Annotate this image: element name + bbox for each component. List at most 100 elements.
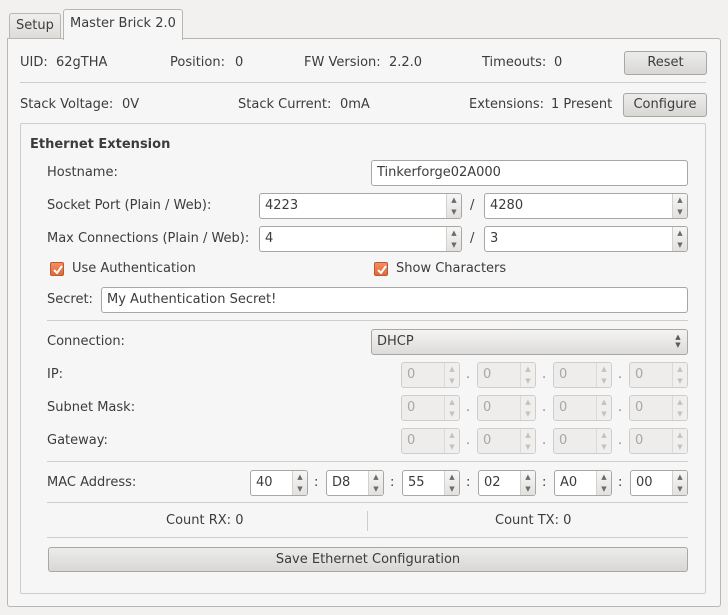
spin-down-icon[interactable]: ▼ <box>597 408 611 420</box>
mac-octet-value: D8 <box>332 475 351 490</box>
ip-octet-2-spinbox[interactable]: 0 ▲ ▼ <box>477 362 536 388</box>
connection-combobox[interactable]: DHCP ▲ ▼ <box>371 329 688 355</box>
ip-octet-value: 0 <box>407 367 416 382</box>
spin-down-icon[interactable]: ▼ <box>445 375 459 387</box>
spin-up-icon[interactable]: ▲ <box>445 471 459 483</box>
mac-colon-separator: : <box>618 475 623 490</box>
spin-up-icon[interactable]: ▲ <box>445 396 459 408</box>
spin-down-icon[interactable]: ▼ <box>597 375 611 387</box>
spin-up-icon[interactable]: ▲ <box>293 471 307 483</box>
spin-down-icon[interactable]: ▼ <box>597 483 611 495</box>
fw-version-value: 2.2.0 <box>389 55 423 70</box>
spin-up-icon[interactable]: ▲ <box>673 396 687 408</box>
spin-down-icon[interactable]: ▼ <box>447 206 461 218</box>
spin-down-icon[interactable]: ▼ <box>673 441 687 453</box>
tab-master-brick-label: Master Brick 2.0 <box>70 16 176 31</box>
max-connections-slash: / <box>470 231 475 246</box>
gateway-octet-value: 0 <box>483 433 492 448</box>
spin-down-icon[interactable]: ▼ <box>521 375 535 387</box>
mac-octet-value: A0 <box>560 475 578 490</box>
subnet-mask-octet-value: 0 <box>483 400 492 415</box>
socket-port-plain-spinbox[interactable]: 4223 ▲ ▼ <box>259 193 462 219</box>
spin-down-icon[interactable]: ▼ <box>445 483 459 495</box>
subnet-mask-dot-separator: . <box>466 400 471 415</box>
show-characters-checkbox[interactable] <box>374 262 388 276</box>
ip-octet-1-spinbox[interactable]: 0 ▲ ▼ <box>401 362 460 388</box>
max-connections-plain-spinbox[interactable]: 4 ▲ ▼ <box>259 226 462 252</box>
uid-label: UID: <box>20 55 48 70</box>
subnet-mask-dot-separator: . <box>542 400 547 415</box>
spin-down-icon[interactable]: ▼ <box>521 441 535 453</box>
use-authentication-checkbox[interactable] <box>50 262 64 276</box>
spin-down-icon[interactable]: ▼ <box>521 483 535 495</box>
ip-octet-4-spinbox[interactable]: 0 ▲ ▼ <box>629 362 688 388</box>
position-label: Position: <box>170 55 225 70</box>
spin-down-icon[interactable]: ▼ <box>673 375 687 387</box>
spin-down-icon[interactable]: ▼ <box>673 408 687 420</box>
configure-button[interactable]: Configure <box>623 93 707 117</box>
gateway-octet-4-spinbox[interactable]: 0 ▲ ▼ <box>629 428 688 454</box>
spin-down-icon[interactable]: ▼ <box>447 239 461 251</box>
subnet-mask-dot-separator: . <box>618 400 623 415</box>
mac-octet-1-spinbox[interactable]: 40 ▲ ▼ <box>250 470 308 496</box>
spin-down-icon[interactable]: ▼ <box>445 408 459 420</box>
spin-up-icon[interactable]: ▲ <box>673 194 687 206</box>
spin-down-icon[interactable]: ▼ <box>673 239 687 251</box>
spin-up-icon[interactable]: ▲ <box>673 363 687 375</box>
ip-label: IP: <box>47 367 64 382</box>
mac-octet-2-spinbox[interactable]: D8 ▲ ▼ <box>326 470 384 496</box>
subnet-mask-octet-3-spinbox[interactable]: 0 ▲ ▼ <box>553 395 612 421</box>
spin-up-icon[interactable]: ▲ <box>447 227 461 239</box>
save-ethernet-configuration-button[interactable]: Save Ethernet Configuration <box>48 547 688 572</box>
reset-button[interactable]: Reset <box>624 51 707 75</box>
spin-up-icon[interactable]: ▲ <box>521 429 535 441</box>
show-characters-label: Show Characters <box>396 261 507 276</box>
section-divider <box>47 537 688 538</box>
connection-value: DHCP <box>377 334 414 349</box>
spin-up-icon[interactable]: ▲ <box>445 363 459 375</box>
spin-down-icon[interactable]: ▼ <box>521 408 535 420</box>
spin-down-icon[interactable]: ▼ <box>597 441 611 453</box>
spin-down-icon[interactable]: ▼ <box>673 206 687 218</box>
gateway-octet-3-spinbox[interactable]: 0 ▲ ▼ <box>553 428 612 454</box>
spin-up-icon[interactable]: ▲ <box>673 227 687 239</box>
tab-setup[interactable]: Setup <box>9 13 61 39</box>
mac-octet-3-spinbox[interactable]: 55 ▲ ▼ <box>402 470 460 496</box>
tab-master-brick[interactable]: Master Brick 2.0 <box>63 9 183 40</box>
subnet-mask-octet-2-spinbox[interactable]: 0 ▲ ▼ <box>477 395 536 421</box>
ip-octet-value: 0 <box>559 367 568 382</box>
spin-up-icon[interactable]: ▲ <box>521 396 535 408</box>
ip-octet-3-spinbox[interactable]: 0 ▲ ▼ <box>553 362 612 388</box>
spin-up-icon[interactable]: ▲ <box>673 471 687 483</box>
spin-up-icon[interactable]: ▲ <box>597 429 611 441</box>
mac-octet-4-spinbox[interactable]: 02 ▲ ▼ <box>478 470 536 496</box>
spin-up-icon[interactable]: ▲ <box>445 429 459 441</box>
max-connections-web-spinbox[interactable]: 3 ▲ ▼ <box>484 226 688 252</box>
spin-up-icon[interactable]: ▲ <box>369 471 383 483</box>
gateway-octet-1-spinbox[interactable]: 0 ▲ ▼ <box>401 428 460 454</box>
spin-down-icon[interactable]: ▼ <box>369 483 383 495</box>
hostname-input[interactable]: Tinkerforge02A000 <box>371 160 688 186</box>
subnet-mask-octet-4-spinbox[interactable]: 0 ▲ ▼ <box>629 395 688 421</box>
spin-up-icon[interactable]: ▲ <box>597 396 611 408</box>
spin-up-icon[interactable]: ▲ <box>597 363 611 375</box>
spin-down-icon[interactable]: ▼ <box>445 441 459 453</box>
mac-colon-separator: : <box>466 475 471 490</box>
spin-down-icon[interactable]: ▼ <box>673 483 687 495</box>
mac-octet-5-spinbox[interactable]: A0 ▲ ▼ <box>554 470 612 496</box>
spin-up-icon[interactable]: ▲ <box>447 194 461 206</box>
spin-up-icon[interactable]: ▲ <box>597 471 611 483</box>
spin-up-icon[interactable]: ▲ <box>673 429 687 441</box>
spin-down-icon[interactable]: ▼ <box>293 483 307 495</box>
gateway-octet-2-spinbox[interactable]: 0 ▲ ▼ <box>477 428 536 454</box>
gateway-octet-value: 0 <box>407 433 416 448</box>
socket-port-web-spinbox[interactable]: 4280 ▲ ▼ <box>484 193 688 219</box>
max-connections-plain-value: 4 <box>265 231 274 246</box>
spin-up-icon[interactable]: ▲ <box>521 363 535 375</box>
secret-input[interactable]: My Authentication Secret! <box>101 287 688 313</box>
spin-up-icon[interactable]: ▲ <box>521 471 535 483</box>
count-rx: Count RX: 0 <box>166 513 244 528</box>
subnet-mask-octet-1-spinbox[interactable]: 0 ▲ ▼ <box>401 395 460 421</box>
subnet-mask-octet-value: 0 <box>559 400 568 415</box>
mac-octet-6-spinbox[interactable]: 00 ▲ ▼ <box>630 470 688 496</box>
